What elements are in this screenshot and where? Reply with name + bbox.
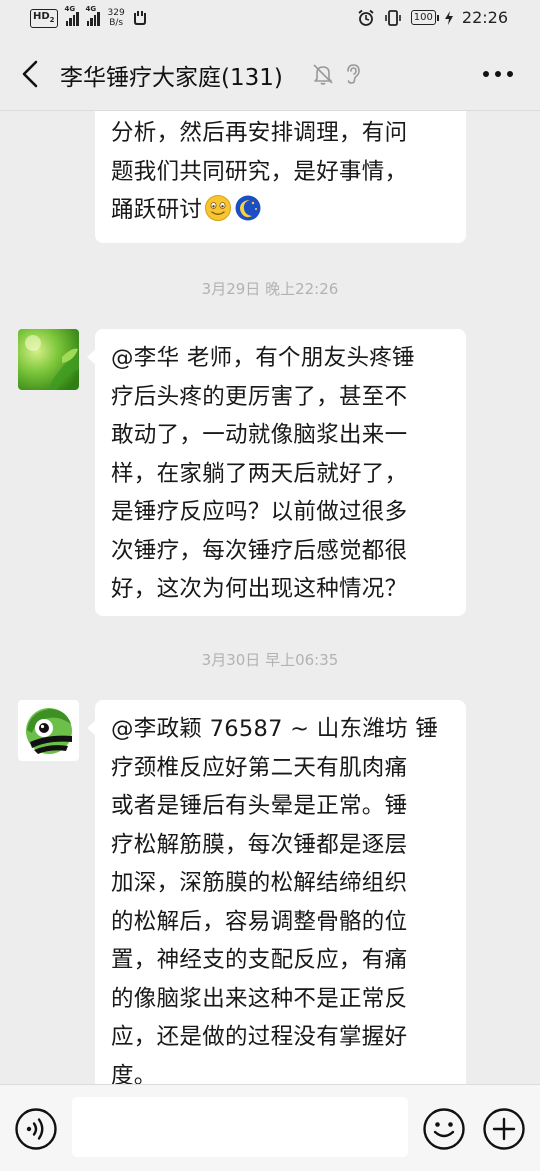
vibrate-icon (384, 9, 401, 26)
message-line: 题我们共同研究，是好事情， (111, 158, 408, 185)
message-line: 是锤疗反应吗？以前做过很多 (111, 499, 408, 525)
message-line: @李华 老师，有个朋友头疼锤 (111, 345, 415, 371)
chat-header: 李华锤疗大家庭(131) (0, 38, 540, 111)
smile-emoji (205, 195, 232, 221)
plus-icon[interactable] (482, 1107, 526, 1151)
ear-icon (347, 64, 360, 84)
emoji-icon[interactable] (422, 1107, 466, 1151)
notification-icon (133, 11, 146, 25)
alarm-icon (358, 9, 374, 26)
avatar[interactable] (18, 329, 79, 390)
signal-icon: 4G (65, 5, 79, 26)
voice-icon[interactable] (14, 1107, 58, 1151)
message-line: 敢动了，一动就像脑浆出来一 (111, 422, 408, 448)
message-line: 或者是锤后有头晕是正常。锤 (111, 793, 408, 819)
message-line: 样，在家躺了两天后就好了， (111, 460, 408, 487)
message-line: 疗后头疼的更厉害了，甚至不 (111, 383, 408, 410)
message-line: 踊跃研讨 (111, 191, 450, 230)
message-timestamp: 3月30日 早上06:35 (201, 651, 339, 669)
charging-icon (444, 10, 453, 25)
back-icon[interactable] (14, 56, 50, 92)
status-time: 22:26 (461, 8, 508, 27)
input-bar (0, 1084, 540, 1171)
message-timestamp: 3月29日 晚上22:26 (201, 280, 339, 298)
avatar[interactable] (18, 700, 79, 761)
message-bubble-3[interactable]: @李政颖 76587 ~ 山东潍坊 锤 疗颈椎反应好第二天有肌肉痛 或者是锤后有… (87, 700, 466, 1085)
signal-icon-2: 4G (86, 5, 100, 26)
avatar-image (18, 329, 79, 390)
message-line: 置，神经支的支配反应，有痛 (111, 947, 408, 973)
message-line: 度。 (111, 1062, 157, 1085)
message-line: @李政颖 76587 ~ 山东潍坊 锤 (111, 716, 439, 742)
message-input[interactable] (72, 1097, 408, 1157)
hd-indicator: HD2 (30, 8, 58, 28)
message-line: 的松解后，容易调整骨骼的位 (111, 908, 408, 935)
moon-emoji (235, 195, 261, 221)
message-list[interactable]: 问研究，一起先了解基础信息， 分析，然后再安排调理，有问 题我们共同研究，是好事… (0, 111, 540, 1084)
battery-icon: 100 (410, 10, 439, 25)
message-bubble-2[interactable]: @李华 老师，有个朋友头疼锤 疗后头疼的更厉害了，甚至不 敢动了，一动就像脑浆出… (87, 329, 466, 616)
message-line: 次锤疗，每次锤疗后感觉都很 (111, 537, 408, 564)
chameleon-logo (18, 700, 79, 761)
message-line: 的像脑浆出来这种不是正常反 (111, 985, 408, 1012)
status-bar: HD2 4G 4G 329 B/s 100 22:26 (0, 0, 540, 38)
message-line: 应，还是做的过程没有掌握好 (111, 1024, 408, 1050)
message-line: 分析，然后再安排调理，有问 (111, 120, 408, 146)
network-speed: 329 B/s (107, 8, 125, 28)
message-line: 疗松解筋膜，每次锤都是逐层 (111, 831, 408, 858)
more-icon[interactable] (478, 58, 518, 90)
message-bubble-1[interactable]: 问研究，一起先了解基础信息， 分析，然后再安排调理，有问 题我们共同研究，是好事… (95, 111, 466, 243)
mute-icon (313, 64, 333, 85)
message-line: 加深，深筋膜的松解结缔组织 (111, 870, 408, 896)
clipped-line: 问研究，一起先了解基础信息， (111, 111, 430, 112)
message-line: 好，这次为何出现这种情况？ (111, 576, 408, 602)
message-line: 疗颈椎反应好第二天有肌肉痛 (111, 754, 408, 781)
chat-title: 李华锤疗大家庭(131) (60, 65, 283, 91)
